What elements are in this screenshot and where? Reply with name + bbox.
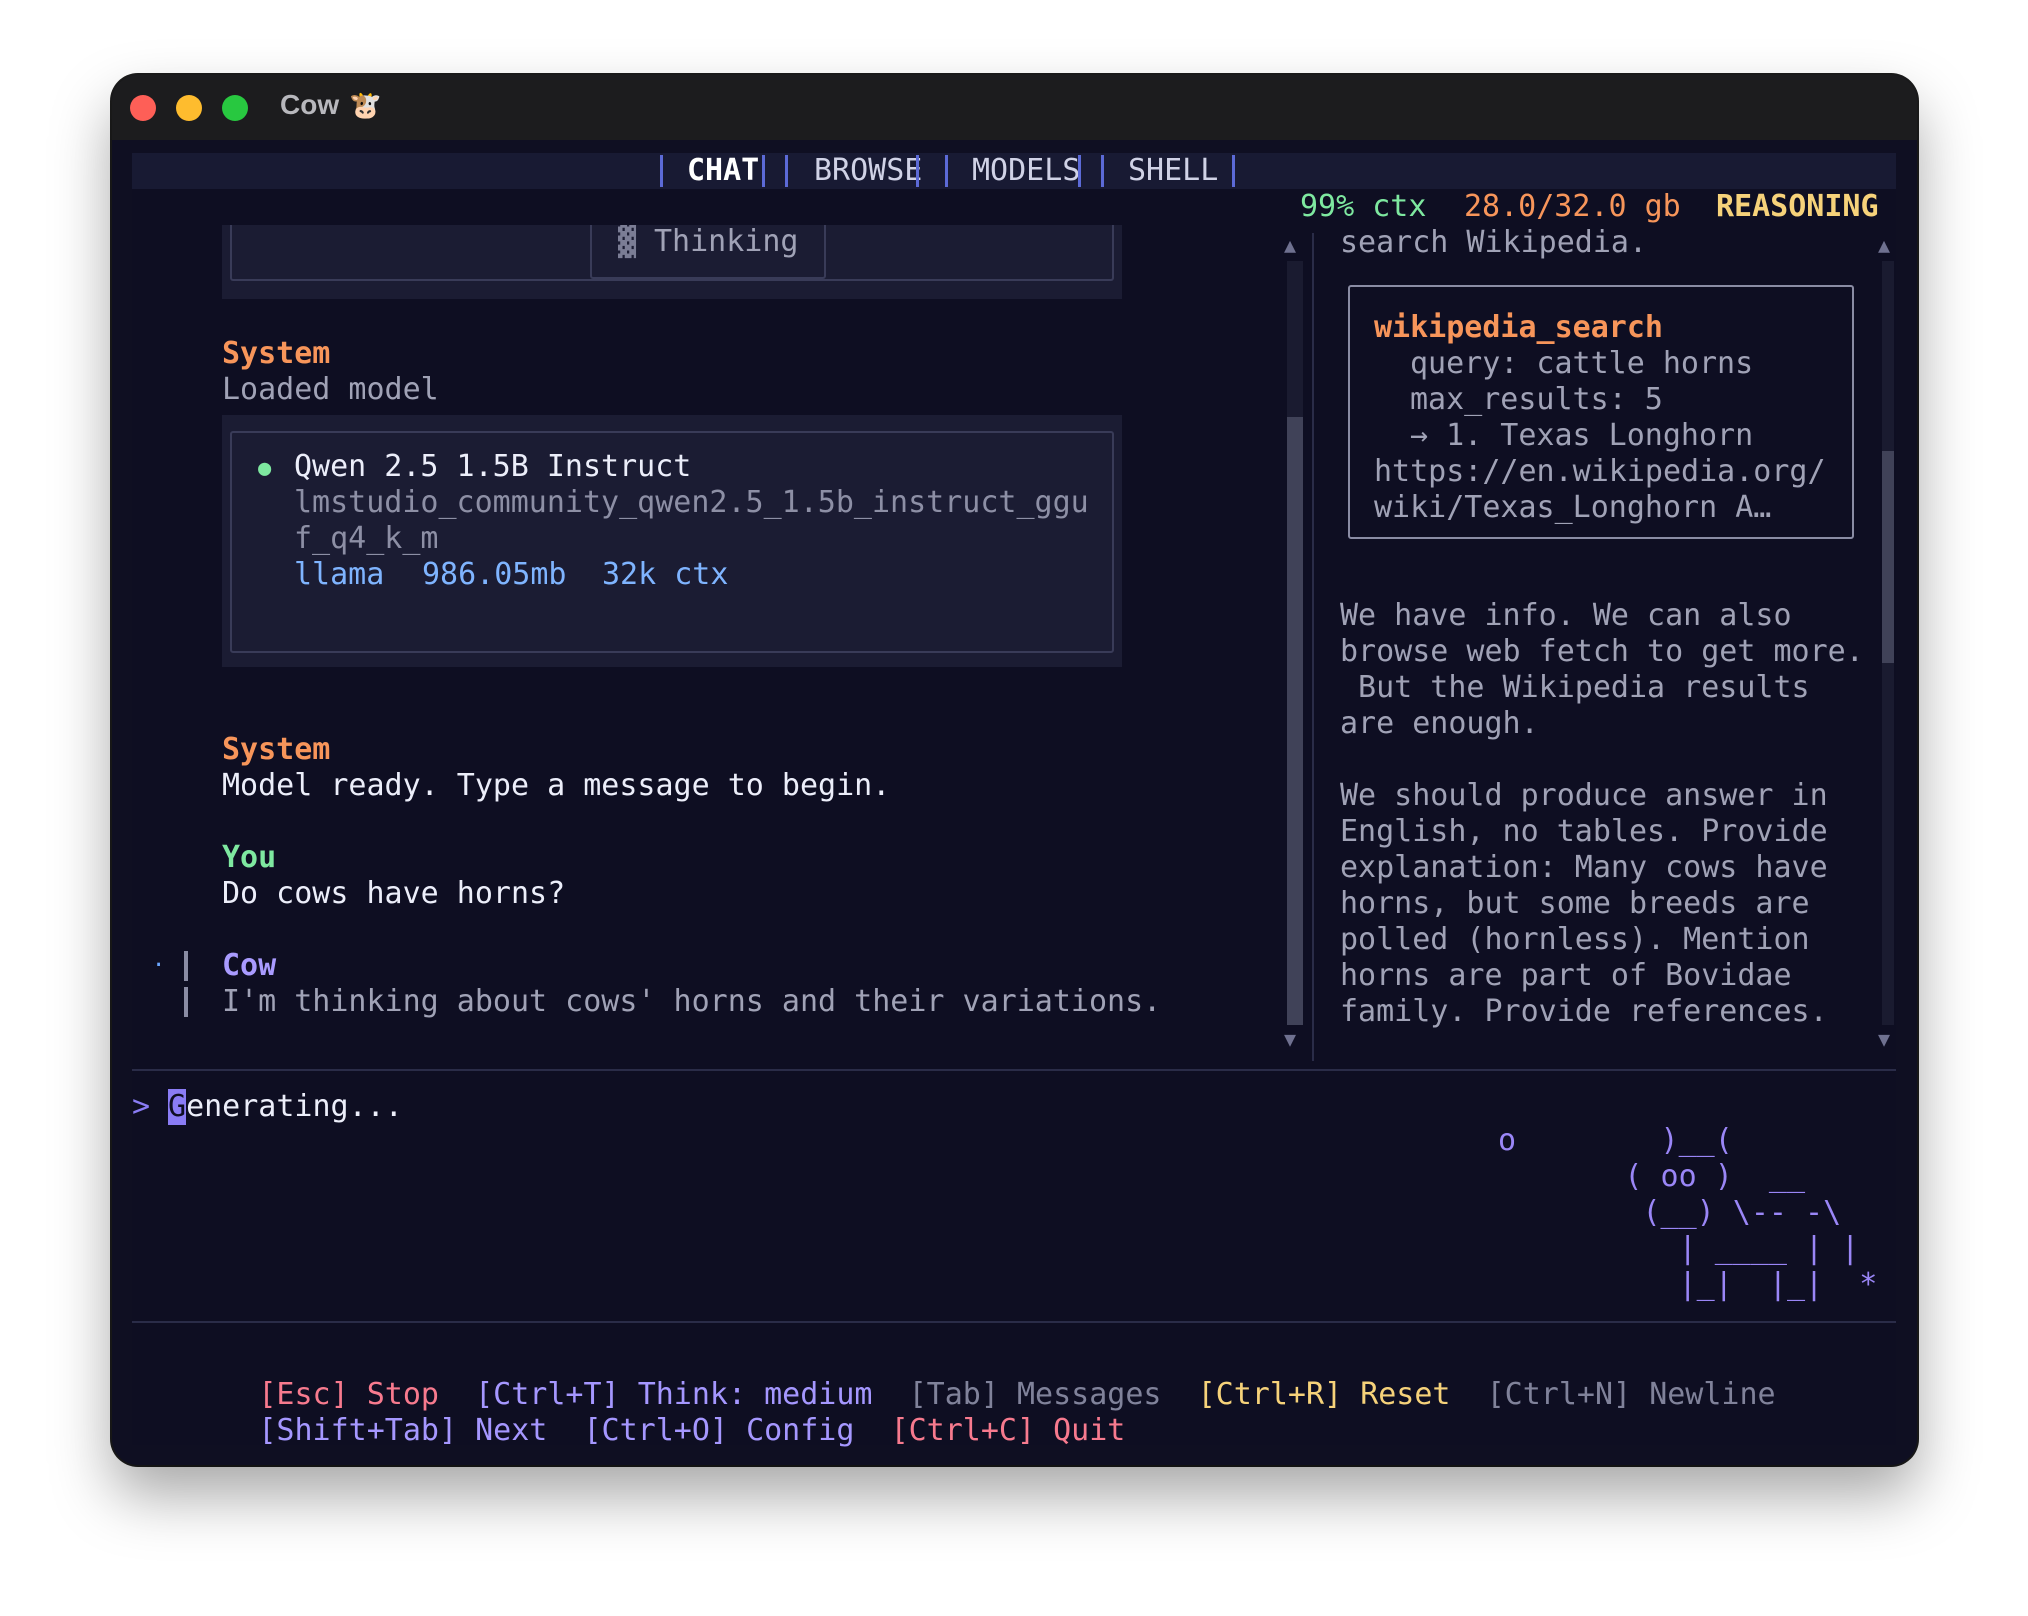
shortcut-reset[interactable]: [Ctrl+R] Reset [1198, 1377, 1451, 1412]
chat-scrollbar-thumb[interactable] [1287, 417, 1303, 1025]
shortcut-config[interactable]: [Ctrl+O] Config [584, 1413, 855, 1448]
tab-models[interactable]: MODELS [972, 153, 1080, 189]
shortcut-next[interactable]: [Shift+Tab] Next [258, 1413, 547, 1448]
tab-separator [916, 155, 919, 187]
terminal-window: Cow 🐮 CHAT BROWSE MODELS SHELL 99% ctx 28… [112, 75, 1917, 1465]
reasoning-line: explanation: Many cows have [1340, 850, 1828, 885]
tab-separator [660, 155, 663, 187]
memory-usage: 28.0/32.0 gb [1464, 189, 1681, 224]
ascii-cow-line: | ____ | | [1498, 1231, 1860, 1266]
shortcuts-row: [Shift+Tab] Next [Ctrl+O] Config [Ctrl+C… [150, 1377, 1125, 1465]
message-role: Cow [222, 948, 277, 983]
active-message-marker: · [152, 953, 166, 978]
model-card: ● Qwen 2.5 1.5B Instruct lmstudio_commun… [222, 415, 1122, 667]
scroll-up-icon[interactable]: ▲ [1284, 235, 1296, 255]
message-text: Loaded model [222, 372, 439, 407]
tab-separator [945, 155, 948, 187]
tool-name: wikipedia_search [1374, 310, 1663, 345]
message-role: System [222, 336, 331, 371]
context-usage: 99% ctx [1300, 189, 1427, 224]
tab-bar: CHAT BROWSE MODELS SHELL [132, 153, 1896, 189]
input-text: enerating... [186, 1089, 403, 1124]
thinking-label: Thinking [654, 225, 799, 259]
model-id-line: f_q4_k_m [294, 521, 439, 556]
message-gutter-bar [184, 951, 188, 981]
tab-chat[interactable]: CHAT [687, 153, 759, 189]
footer-divider [132, 1321, 1896, 1323]
tool-arg: max_results: 5 [1410, 382, 1663, 417]
tab-separator [1101, 155, 1104, 187]
ascii-cow-line: |_| |_| * [1498, 1267, 1878, 1302]
model-engine: llama [294, 557, 385, 592]
tool-url: wiki/Texas_Longhorn A… [1374, 490, 1772, 525]
prompt-icon: > [132, 1089, 151, 1124]
text-cursor: G [168, 1089, 187, 1125]
message-gutter-bar [184, 987, 188, 1017]
tab-separator [1232, 155, 1235, 187]
ascii-cow-line: o )__( [1498, 1123, 1733, 1158]
reasoning-scrollbar-track[interactable] [1882, 663, 1894, 1025]
window-title-text: Cow [280, 89, 340, 120]
message-text: Model ready. Type a message to begin. [222, 768, 891, 803]
reasoning-scrollbar-thumb[interactable] [1882, 451, 1894, 663]
model-name: Qwen 2.5 1.5B Instruct [294, 449, 692, 484]
reasoning-scrollbar-track[interactable] [1882, 261, 1894, 451]
model-size: 986.05mb [422, 557, 567, 592]
terminal-content: CHAT BROWSE MODELS SHELL 99% ctx 28.0/32… [132, 153, 1896, 1448]
reasoning-line: We have info. We can also [1340, 598, 1792, 633]
close-button[interactable] [130, 95, 156, 121]
message-role: You [222, 840, 277, 875]
reasoning-line: are enough. [1340, 706, 1539, 741]
reasoning-line: polled (hornless). Mention [1340, 922, 1810, 957]
message-role: System [222, 732, 331, 767]
shortcut-quit[interactable]: [Ctrl+C] Quit [891, 1413, 1126, 1448]
reasoning-line: horns are part of Bovidae [1340, 958, 1792, 993]
message-text: I'm thinking about cows' horns and their… [222, 984, 1162, 1019]
tab-separator [1078, 155, 1081, 187]
message-text: Do cows have horns? [222, 876, 566, 911]
chat-input[interactable]: Generating... [168, 1089, 403, 1125]
title-bar: Cow 🐮 [112, 75, 1917, 140]
spinner-icon: ▓ [618, 225, 637, 259]
reasoning-line: family. Provide references. [1340, 994, 1828, 1029]
tab-separator [785, 155, 788, 187]
reasoning-line: English, no tables. Provide [1340, 814, 1828, 849]
reasoning-line: horns, but some breeds are [1340, 886, 1810, 921]
tool-arg: query: cattle horns [1410, 346, 1754, 381]
input-divider [132, 1069, 1896, 1071]
zoom-button[interactable] [222, 95, 248, 121]
window-title: Cow 🐮 [280, 89, 381, 121]
ascii-cow-line: ( oo ) __ [1498, 1159, 1806, 1194]
reasoning-line: search Wikipedia. [1340, 225, 1648, 260]
chat-panel: ▓ Thinking System Loaded model ● Qwen 2.… [132, 225, 1282, 1067]
tab-shell[interactable]: SHELL [1128, 153, 1218, 189]
chat-scrollbar-track[interactable] [1287, 261, 1303, 417]
minimize-button[interactable] [176, 95, 202, 121]
model-context: 32k ctx [602, 557, 729, 592]
cow-face-icon: 🐮 [349, 90, 382, 120]
ascii-cow-line: (__) \-- -\ [1498, 1195, 1842, 1230]
panel-divider [1312, 233, 1314, 1061]
tool-url: https://en.wikipedia.org/ [1374, 454, 1826, 489]
tool-result: → 1. Texas Longhorn [1410, 418, 1754, 453]
scroll-down-icon[interactable]: ▼ [1878, 1029, 1890, 1049]
scroll-up-icon[interactable]: ▲ [1878, 235, 1890, 255]
thinking-box: ▓ Thinking [222, 225, 1122, 299]
reasoning-line: browse web fetch to get more. [1340, 634, 1864, 669]
scroll-down-icon[interactable]: ▼ [1284, 1029, 1296, 1049]
tab-separator [762, 155, 765, 187]
tab-browse[interactable]: BROWSE [814, 153, 922, 189]
mode-indicator: REASONING [1716, 189, 1879, 224]
reasoning-line: We should produce answer in [1340, 778, 1828, 813]
model-status-dot-icon: ● [258, 456, 272, 481]
shortcut-newline[interactable]: [Ctrl+N] Newline [1487, 1377, 1776, 1412]
reasoning-line: But the Wikipedia results [1340, 670, 1810, 705]
model-id-line: lmstudio_community_qwen2.5_1.5b_instruct… [294, 485, 1089, 520]
